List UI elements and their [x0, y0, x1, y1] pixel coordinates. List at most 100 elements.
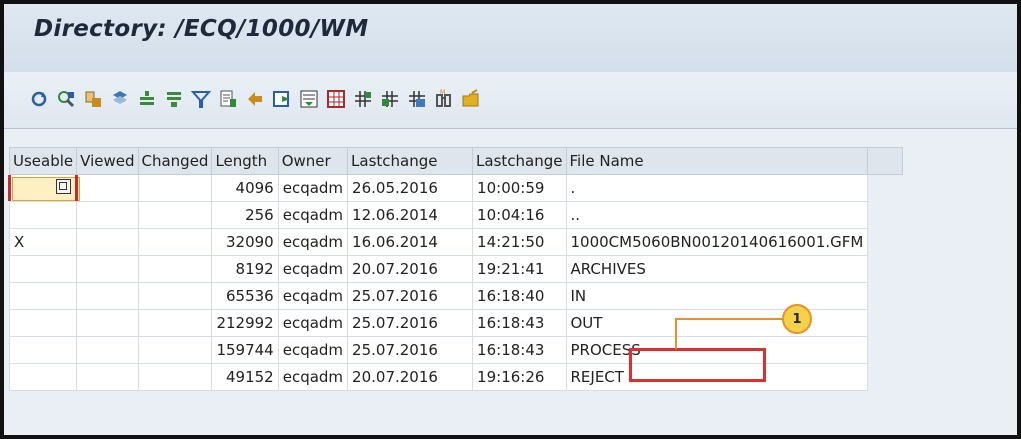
cell-file-name[interactable]: .: [565, 174, 869, 202]
cell-length[interactable]: 4096: [211, 174, 279, 202]
sum-button[interactable]: [136, 88, 157, 109]
col-header-lastchange-time[interactable]: Lastchange: [472, 147, 567, 175]
cell-changed[interactable]: [137, 174, 213, 202]
cell-length[interactable]: 159744: [211, 336, 279, 364]
cell-lastchange-date[interactable]: 16.06.2014: [347, 228, 474, 256]
cell-length[interactable]: 8192: [211, 255, 279, 283]
cell-useable[interactable]: [8, 336, 78, 364]
save-layout-button[interactable]: [406, 88, 427, 109]
cell-length[interactable]: 256: [211, 201, 279, 229]
cell-changed[interactable]: [137, 201, 213, 229]
cell-lastchange-date[interactable]: 25.07.2016: [347, 282, 474, 310]
cell-lastchange-time[interactable]: 10:04:16: [472, 201, 567, 229]
cell-changed[interactable]: [137, 309, 213, 337]
row-filler: [867, 363, 904, 391]
cell-viewed[interactable]: [76, 282, 139, 310]
cell-lastchange-date[interactable]: 25.07.2016: [347, 336, 474, 364]
table-row[interactable]: 8192 ecqadm 20.07.2016 19:21:41 ARCHIVES: [8, 255, 904, 283]
col-header-lastchange-date[interactable]: Lastchange: [347, 147, 474, 175]
cell-useable[interactable]: X: [8, 228, 78, 256]
cell-changed[interactable]: [137, 282, 213, 310]
print-preview-button[interactable]: [217, 88, 238, 109]
col-header-viewed[interactable]: Viewed: [76, 147, 139, 175]
cell-changed[interactable]: [137, 363, 213, 391]
cell-owner[interactable]: ecqadm: [277, 282, 349, 310]
sort-descending-button[interactable]: [109, 88, 130, 109]
table-row[interactable]: 256 ecqadm 12.06.2014 10:04:16..: [8, 201, 904, 229]
details-button[interactable]: [55, 88, 76, 109]
col-header-changed[interactable]: Changed: [137, 147, 213, 175]
cell-file-name[interactable]: OUT: [565, 309, 869, 337]
col-header-useable[interactable]: Useable: [8, 147, 78, 175]
col-header-owner[interactable]: Owner: [277, 147, 349, 175]
open-folder-button[interactable]: [460, 88, 481, 109]
cell-lastchange-date[interactable]: 25.07.2016: [347, 309, 474, 337]
cell-file-name[interactable]: ARCHIVES: [565, 255, 869, 283]
cell-viewed[interactable]: [76, 255, 139, 283]
cell-viewed[interactable]: [76, 309, 139, 337]
cell-changed[interactable]: [137, 336, 213, 364]
cell-lastchange-date[interactable]: 26.05.2016: [347, 174, 474, 202]
value-help-icon[interactable]: [56, 179, 72, 194]
table-row[interactable]: 4096 ecqadm 26.05.2016 10:00:59.: [8, 174, 904, 202]
cell-length[interactable]: 32090: [211, 228, 279, 256]
cell-viewed[interactable]: [76, 363, 139, 391]
change-layout-button[interactable]: [352, 88, 373, 109]
cell-length[interactable]: 65536: [211, 282, 279, 310]
table-row[interactable]: X 32090 ecqadm 16.06.2014 14:21:50 1000CM5060…: [8, 228, 904, 256]
cell-changed[interactable]: [137, 228, 213, 256]
cell-viewed[interactable]: [76, 174, 139, 202]
cell-lastchange-date[interactable]: 20.07.2016: [347, 363, 474, 391]
cell-lastchange-time[interactable]: 16:18:43: [472, 309, 567, 337]
cell-viewed[interactable]: [76, 201, 139, 229]
cell-useable[interactable]: [8, 282, 78, 310]
word-processing-button[interactable]: [271, 88, 292, 109]
export-button[interactable]: [244, 88, 265, 109]
cell-useable[interactable]: [8, 309, 78, 337]
cell-owner[interactable]: ecqadm: [277, 336, 349, 364]
subtotal-button[interactable]: [163, 88, 184, 109]
cell-lastchange-time[interactable]: 19:16:26: [472, 363, 567, 391]
cell-owner[interactable]: ecqadm: [277, 201, 349, 229]
refresh-button[interactable]: [28, 88, 49, 109]
abc-analysis-button[interactable]: [298, 88, 319, 109]
table-row[interactable]: 65536 ecqadm 25.07.2016 16:18:40 IN: [8, 282, 904, 310]
table-row[interactable]: 212992 ecqadm 25.07.2016 16:18:43 OUT: [8, 309, 904, 337]
cell-viewed[interactable]: [76, 228, 139, 256]
cell-lastchange-date[interactable]: 20.07.2016: [347, 255, 474, 283]
cell-length[interactable]: 49152: [211, 363, 279, 391]
cell-changed[interactable]: [137, 255, 213, 283]
col-header-length[interactable]: Length: [211, 147, 279, 175]
svg-text:M: M: [440, 89, 445, 96]
cell-file-name[interactable]: IN: [565, 282, 869, 310]
filter-button[interactable]: [190, 88, 211, 109]
sort-ascending-button[interactable]: [82, 88, 103, 109]
cell-lastchange-time[interactable]: 10:00:59: [472, 174, 567, 202]
cell-owner[interactable]: ecqadm: [277, 255, 349, 283]
cell-lastchange-time[interactable]: 19:21:41: [472, 255, 567, 283]
table-row[interactable]: 49152 ecqadm 20.07.2016 19:16:26 REJECT: [8, 363, 904, 391]
cell-owner[interactable]: ecqadm: [277, 174, 349, 202]
cell-lastchange-date[interactable]: 12.06.2014: [347, 201, 474, 229]
cell-useable[interactable]: [8, 363, 78, 391]
cell-owner[interactable]: ecqadm: [277, 309, 349, 337]
cell-useable[interactable]: [8, 255, 78, 283]
cell-owner[interactable]: ecqadm: [277, 228, 349, 256]
cell-lastchange-time[interactable]: 14:21:50: [472, 228, 567, 256]
cell-file-name[interactable]: 1000CM5060BN00120140616001.GFM: [565, 228, 869, 256]
cell-lastchange-time[interactable]: 16:18:40: [472, 282, 567, 310]
cell-owner[interactable]: ecqadm: [277, 363, 349, 391]
cell-length[interactable]: 212992: [211, 309, 279, 337]
col-header-file-name[interactable]: File Name: [565, 147, 869, 175]
highlight-box: [629, 348, 766, 382]
cell-viewed[interactable]: [76, 336, 139, 364]
sum-icon: [139, 90, 154, 105]
find-button[interactable]: M: [433, 88, 454, 109]
cell-useable[interactable]: [8, 174, 80, 202]
graphic-button[interactable]: [325, 88, 346, 109]
select-layout-button[interactable]: [379, 88, 400, 109]
cell-lastchange-time[interactable]: 16:18:43: [472, 336, 567, 364]
cell-file-name[interactable]: ..: [565, 201, 869, 229]
cell-useable[interactable]: [8, 201, 78, 229]
table-row[interactable]: 159744 ecqadm 25.07.2016 16:18:43 PROCESS: [8, 336, 904, 364]
